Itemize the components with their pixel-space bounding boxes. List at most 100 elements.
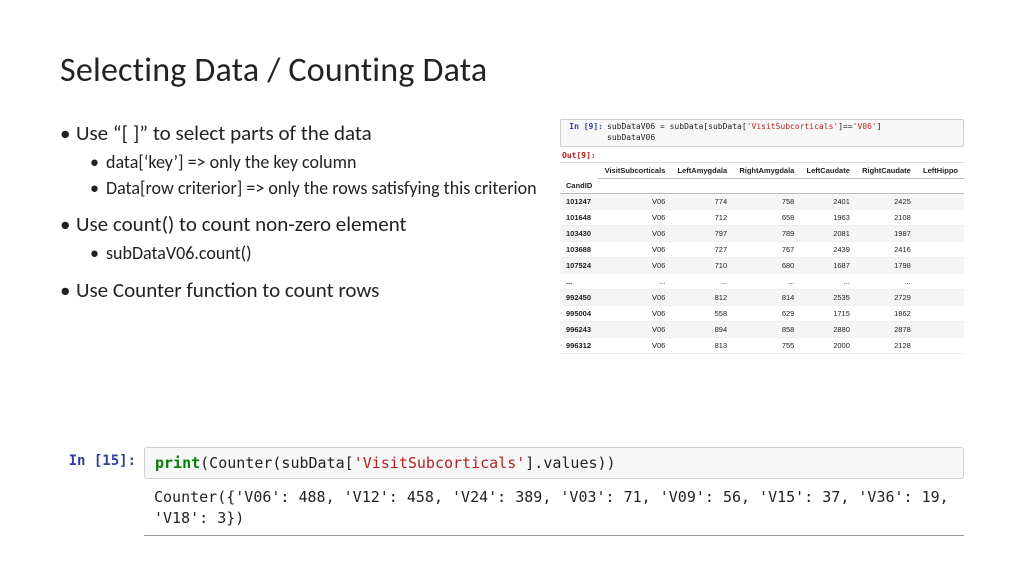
df-cell: V06 <box>598 226 671 242</box>
df-cell: 710 <box>671 258 733 274</box>
df-index: 996243 <box>560 322 598 338</box>
df-cell: 680 <box>733 258 800 274</box>
df-cell: ... <box>598 274 671 290</box>
notebook-preview: In [9]: subDataV06 = subData[subData['Vi… <box>560 119 964 354</box>
df-cell: V06 <box>598 306 671 322</box>
df-col-header: LeftCaudate <box>800 163 856 179</box>
df-cell: 789 <box>733 226 800 242</box>
df-cell: 2401 <box>800 194 856 210</box>
df-cell: 1987 <box>856 226 917 242</box>
df-index: 996312 <box>560 338 598 354</box>
bullet-area: Use “[ ]” to select parts of the data da… <box>60 119 540 314</box>
df-col-header: VisitSubcorticals <box>598 163 671 179</box>
in-code-9: subDataV06 = subData[subData['VisitSubco… <box>607 122 882 144</box>
df-cell: ... <box>671 274 733 290</box>
in-code-15: print(Counter(subData['VisitSubcorticals… <box>144 447 964 479</box>
bullet-2a: subDataV06.count() <box>90 242 540 265</box>
out-prompt-9: Out[9]: <box>560 151 964 160</box>
df-cell: 814 <box>733 290 800 306</box>
df-col-header: LeftAmygdala <box>671 163 733 179</box>
df-index: 107524 <box>560 258 598 274</box>
table-row: 992450V0681281425352729 <box>560 290 964 306</box>
df-cell: V06 <box>598 258 671 274</box>
df-cell: 629 <box>733 306 800 322</box>
df-cell: 2729 <box>856 290 917 306</box>
table-row: 995004V0655862917151862 <box>560 306 964 322</box>
df-cell: 727 <box>671 242 733 258</box>
body-row: Use “[ ]” to select parts of the data da… <box>60 119 964 354</box>
df-cell: 812 <box>671 290 733 306</box>
df-cell: 1963 <box>800 210 856 226</box>
bullet-2-text: Use count() to count non-zero element <box>76 211 407 237</box>
dataframe-table: VisitSubcorticalsLeftAmygdalaRightAmygda… <box>560 163 964 355</box>
df-index: 101648 <box>560 210 598 226</box>
out-15: Counter({'V06': 488, 'V12': 458, 'V24': … <box>144 479 964 536</box>
df-cell: 755 <box>733 338 800 354</box>
slide: Selecting Data / Counting Data Use “[ ]”… <box>0 0 1024 576</box>
df-cell: 2081 <box>800 226 856 242</box>
bullet-3: Use Counter function to count rows <box>60 276 540 304</box>
code-seg: ]== <box>838 122 852 131</box>
in-prompt-9: In [9]: <box>565 122 603 133</box>
in-cell-15: In [15]: print(Counter(subData['VisitSub… <box>60 447 964 536</box>
df-cell: 2535 <box>800 290 856 306</box>
slide-title: Selecting Data / Counting Data <box>60 50 964 91</box>
df-cell <box>917 226 964 242</box>
df-cell: V06 <box>598 194 671 210</box>
df-cell: 558 <box>671 306 733 322</box>
table-row: 101648V0671265819632108 <box>560 210 964 226</box>
df-cell: 2439 <box>800 242 856 258</box>
in-cell-9: In [9]: subDataV06 = subData[subData['Vi… <box>560 119 964 147</box>
df-head: VisitSubcorticalsLeftAmygdalaRightAmygda… <box>560 163 964 194</box>
code-seg: ].values)) <box>525 454 615 472</box>
df-cell: 2108 <box>856 210 917 226</box>
df-cell: 767 <box>733 242 800 258</box>
bullet-2: Use count() to count non-zero element su… <box>60 210 540 266</box>
df-cell <box>917 290 964 306</box>
df-index: 995004 <box>560 306 598 322</box>
code-seg: ] <box>877 122 882 131</box>
df-cell: V06 <box>598 322 671 338</box>
df-cell: 2000 <box>800 338 856 354</box>
df-cell: 774 <box>671 194 733 210</box>
code-line2: subDataV06 <box>607 133 655 142</box>
in-prompt-15: In [15]: <box>60 447 144 479</box>
df-col-header: RightAmygdala <box>733 163 800 179</box>
df-cell: 2880 <box>800 322 856 338</box>
df-cell <box>917 194 964 210</box>
df-cell: V06 <box>598 210 671 226</box>
df-cell <box>917 210 964 226</box>
df-cell: 1687 <box>800 258 856 274</box>
table-row: 101247V0677475824012425 <box>560 194 964 210</box>
bullet-1: Use “[ ]” to select parts of the data da… <box>60 119 540 200</box>
df-body: 101247V0677475824012425101648V0671265819… <box>560 194 964 354</box>
df-cell: ... <box>800 274 856 290</box>
table-row: 996312V0681375520002128 <box>560 338 964 354</box>
df-cell <box>917 306 964 322</box>
df-col-header: RightCaudate <box>856 163 917 179</box>
table-row: 996243V0689485828802878 <box>560 322 964 338</box>
df-cell: 1798 <box>856 258 917 274</box>
df-cell: 813 <box>671 338 733 354</box>
df-cell: 712 <box>671 210 733 226</box>
df-cell: 2128 <box>856 338 917 354</box>
df-cell: 658 <box>733 210 800 226</box>
bullet-1a: data[‘key’] => only the key column <box>90 151 540 174</box>
df-index: 103430 <box>560 226 598 242</box>
df-cell <box>917 322 964 338</box>
df-index: 992450 <box>560 290 598 306</box>
df-cell: 858 <box>733 322 800 338</box>
df-index: ... <box>560 274 598 290</box>
df-cell: 1862 <box>856 306 917 322</box>
df-cell <box>917 274 964 290</box>
table-row: 103688V0672776724392416 <box>560 242 964 258</box>
dataframe-output: VisitSubcorticalsLeftAmygdalaRightAmygda… <box>560 162 964 355</box>
df-index-name: CandID <box>560 178 598 194</box>
table-row: 107524V0671068016871798 <box>560 258 964 274</box>
df-cell: 1715 <box>800 306 856 322</box>
df-cell <box>917 242 964 258</box>
df-cell: 2416 <box>856 242 917 258</box>
df-cell: 758 <box>733 194 800 210</box>
print-kw: print <box>155 454 200 472</box>
df-cell: 2878 <box>856 322 917 338</box>
